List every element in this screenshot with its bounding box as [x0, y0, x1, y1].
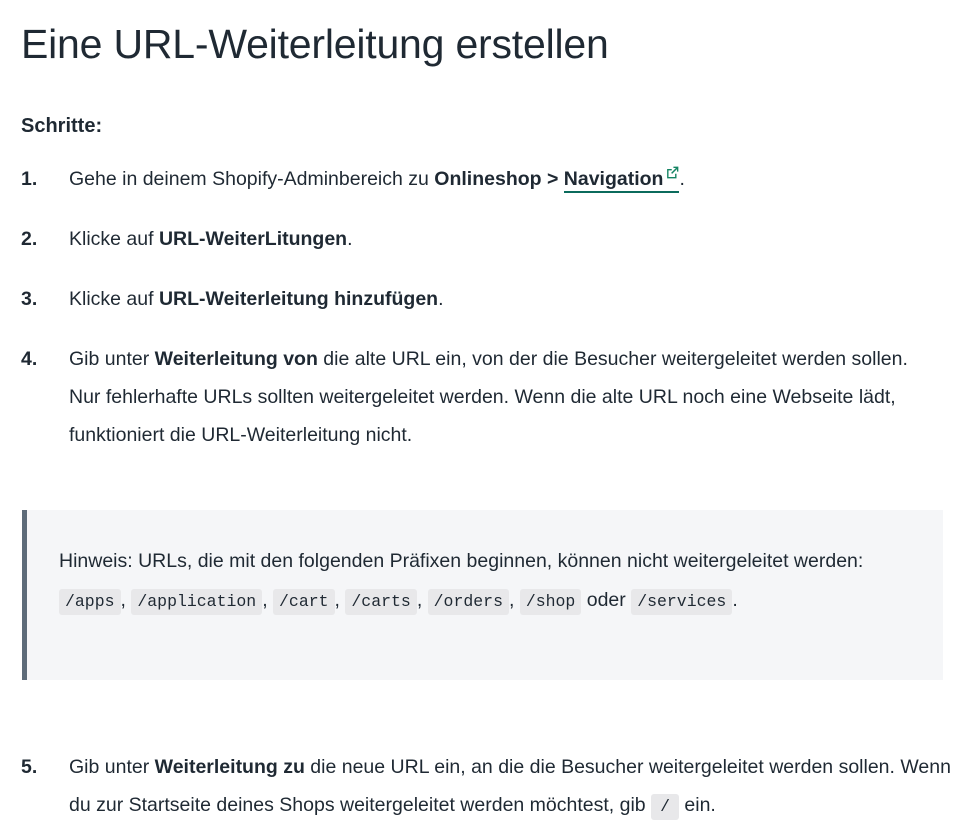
step5-lead: Gib unter	[69, 756, 155, 778]
note-callout: Hinweis: URLs, die mit den folgenden Prä…	[22, 510, 943, 680]
step3-lead: Klicke auf	[69, 288, 159, 310]
code-chip-cart: /cart	[273, 589, 335, 615]
note-sep-5: ,	[508, 589, 520, 611]
step1-bold-onlineshop: Onlineshop >	[434, 168, 564, 190]
code-chip-slash: /	[651, 794, 679, 820]
step1-lead: Gehe in deinem Shopify-Adminbereich zu	[69, 168, 435, 190]
navigation-link[interactable]: Navigation	[563, 166, 680, 193]
note-conjunction: oder	[581, 589, 632, 611]
step2-period: .	[347, 228, 353, 250]
list-item-text: Gib unter Weiterleitung von die alte URL…	[69, 348, 908, 446]
list-item-number: 2.	[21, 228, 38, 250]
list-item-text: Gehe in deinem Shopify-Adminbereich zu O…	[69, 166, 685, 193]
code-chip-apps: /apps	[59, 589, 121, 615]
page-title: Eine URL-Weiterleitung erstellen	[21, 21, 609, 67]
step4-bold-label: Weiterleitung von	[154, 348, 318, 370]
code-chip-application: /application	[131, 589, 263, 615]
external-link-icon	[666, 166, 679, 179]
code-chip-shop: /shop	[519, 589, 582, 615]
list-item: 1. Gehe in deinem Shopify-Adminbereich z…	[0, 160, 980, 198]
step5-tail: ein.	[678, 794, 716, 816]
list-item: 5. Gib unter Weiterleitung zu die neue U…	[0, 748, 980, 826]
note-sep-4: ,	[416, 589, 428, 611]
note-sep-3: ,	[334, 589, 346, 611]
step3-bold-label: URL-Weiterleitung hinzufügen	[158, 288, 439, 310]
list-item-number: 5.	[21, 756, 38, 778]
list-item-number: 4.	[21, 348, 38, 370]
note-sep-2: ,	[262, 589, 274, 611]
list-item: 2. Klicke auf URL-WeiterLitungen.	[0, 220, 980, 258]
list-item: 4. Gib unter Weiterleitung von die alte …	[0, 340, 980, 454]
document-page: Eine URL-Weiterleitung erstellen Schritt…	[0, 0, 980, 840]
steps-list-continued: 5. Gib unter Weiterleitung zu die neue U…	[0, 748, 980, 826]
list-item-text: Klicke auf URL-Weiterleitung hinzufügen.	[69, 288, 444, 310]
code-chip-carts: /carts	[345, 589, 417, 615]
list-item-text: Klicke auf URL-WeiterLitungen.	[69, 228, 353, 250]
steps-list: 1. Gehe in deinem Shopify-Adminbereich z…	[0, 160, 980, 454]
list-item: 3. Klicke auf URL-Weiterleitung hinzufüg…	[0, 280, 980, 318]
step2-lead: Klicke auf	[69, 228, 159, 250]
note-text: Hinweis: URLs, die mit den folgenden Prä…	[27, 510, 943, 621]
step1-period: .	[679, 168, 685, 190]
steps-heading: Schritte:	[21, 115, 103, 137]
step2-bold-label: URL-WeiterLitungen	[158, 228, 348, 250]
code-chip-orders: /orders	[427, 589, 509, 615]
list-item-number: 3.	[21, 288, 38, 310]
step5-bold-label: Weiterleitung zu	[154, 756, 305, 778]
navigation-link-label: Navigation	[563, 168, 664, 190]
step4-lead: Gib unter	[69, 348, 155, 370]
step3-period: .	[438, 288, 444, 310]
list-item-number: 1.	[21, 168, 38, 190]
note-intro: Hinweis: URLs, die mit den folgenden Prä…	[59, 550, 864, 572]
list-item-text: Gib unter Weiterleitung zu die neue URL …	[69, 756, 951, 820]
code-chip-services: /services	[631, 589, 733, 615]
note-sep-1: ,	[120, 589, 132, 611]
note-end: .	[732, 589, 738, 611]
